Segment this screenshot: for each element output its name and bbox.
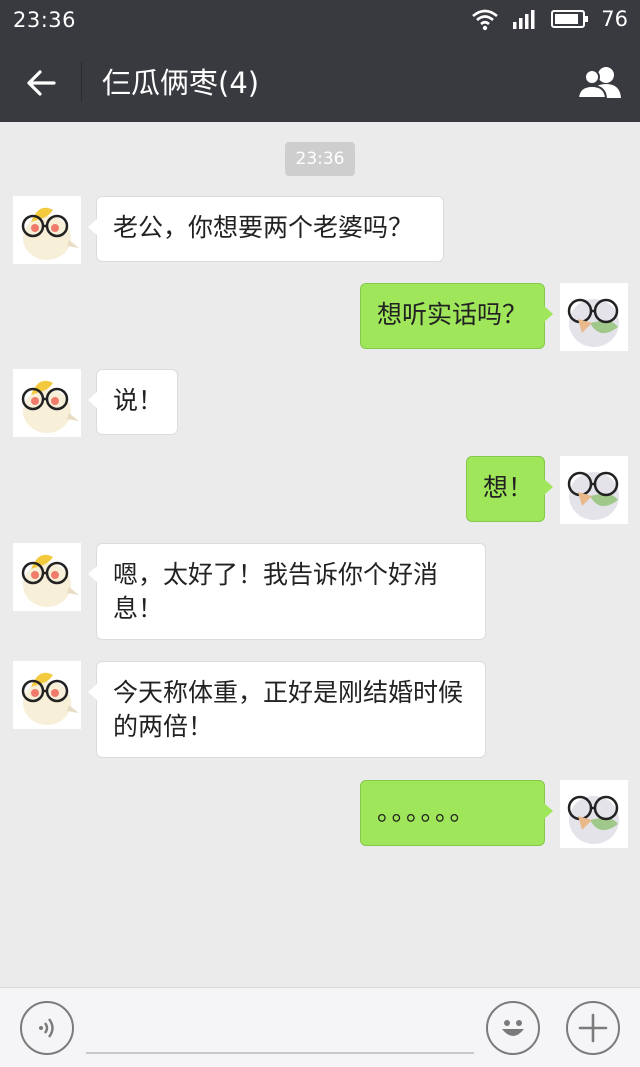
chat-area[interactable]: 23:36 老公，你想要两个老婆吗？ 想听实话吗？ 说！ 想！ 嗯，太好了！我告… <box>0 122 640 987</box>
emoji-button[interactable] <box>486 1001 540 1055</box>
owl-glasses-avatar-icon <box>567 471 619 520</box>
message-bubble[interactable]: 今天称体重，正好是刚结婚时候的两倍！ <box>88 661 486 758</box>
plus-icon <box>578 1013 608 1043</box>
message-bubble[interactable]: 想！ <box>466 456 553 522</box>
chat-title: 仨瓜俩枣(4) <box>102 66 260 100</box>
bird-glasses-avatar-icon <box>21 207 79 260</box>
voice-icon <box>39 1018 54 1038</box>
message-timestamp: 23:36 <box>285 142 355 176</box>
owl-glasses-avatar-icon <box>567 298 619 347</box>
battery-icon <box>551 10 589 28</box>
signal-icon <box>513 10 535 29</box>
message-bubble[interactable]: 。。。。。。 <box>360 780 553 846</box>
contact-avatar[interactable] <box>13 543 81 611</box>
voice-input-button[interactable] <box>20 1001 74 1055</box>
my-avatar[interactable] <box>560 283 628 351</box>
back-button[interactable] <box>20 62 62 104</box>
wifi-icon <box>472 9 499 31</box>
message-bubble[interactable]: 说！ <box>88 369 178 435</box>
back-arrow-icon <box>27 70 56 96</box>
status-icons: 76 <box>471 7 628 31</box>
message-bubble[interactable]: 想听实话吗？ <box>360 283 553 349</box>
group-members-button[interactable] <box>576 62 624 102</box>
contact-avatar[interactable] <box>13 196 81 264</box>
chat-header: 仨瓜俩枣(4) <box>0 42 640 122</box>
bird-glasses-avatar-icon <box>21 554 79 607</box>
message-bubble[interactable]: 老公，你想要两个老婆吗？ <box>88 196 444 262</box>
status-bar: 23:36 76 <box>0 0 640 42</box>
contact-avatar[interactable] <box>13 661 81 729</box>
bird-glasses-avatar-icon <box>21 672 79 725</box>
message-input[interactable] <box>86 1002 474 1054</box>
my-avatar[interactable] <box>560 456 628 524</box>
input-bar <box>0 987 640 1067</box>
group-members-icon <box>577 67 621 99</box>
header-divider <box>81 62 82 102</box>
battery-level: 76 <box>601 7 628 31</box>
bird-glasses-avatar-icon <box>21 380 79 433</box>
contact-avatar[interactable] <box>13 369 81 437</box>
owl-glasses-avatar-icon <box>567 795 619 844</box>
status-time: 23:36 <box>13 8 77 32</box>
more-options-button[interactable] <box>566 1001 620 1055</box>
message-bubble[interactable]: 嗯，太好了！我告诉你个好消息！ <box>88 543 486 640</box>
smiley-icon <box>502 1020 524 1036</box>
my-avatar[interactable] <box>560 780 628 848</box>
